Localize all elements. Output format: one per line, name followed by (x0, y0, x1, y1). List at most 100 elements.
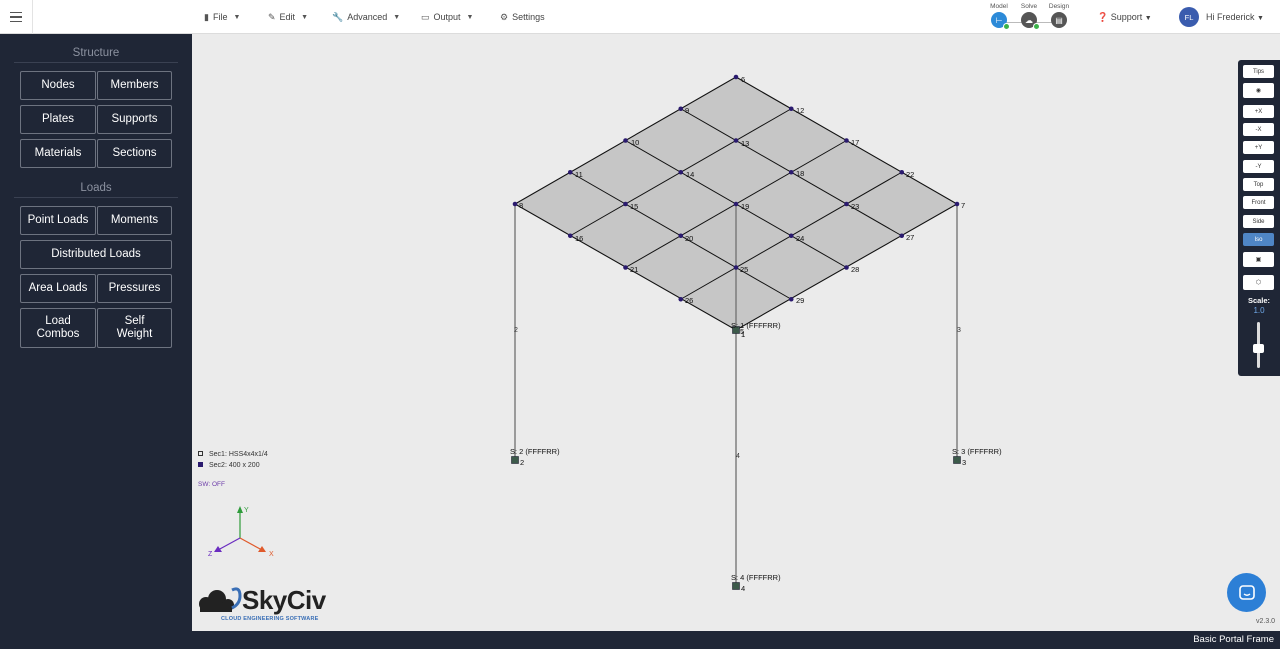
y-axis-label: Y (244, 507, 249, 514)
self-weight-status: SW: OFF (198, 481, 225, 488)
scale-label: Scale: (1247, 296, 1271, 305)
legend-sec2-label: Sec2: 400 x 200 (209, 462, 260, 469)
section-legend: Sec1: HSS4x4x1/4 Sec2: 400 x 200 (198, 449, 268, 471)
support-label: S: 1 (FFFFRR) (731, 321, 781, 330)
step-design-label: Design (1048, 3, 1070, 10)
chevron-down-icon: ▼ (1144, 15, 1152, 22)
support-menu[interactable]: ❓ Support ▼ (1097, 12, 1152, 23)
chevron-down-icon: ▼ (1257, 15, 1264, 22)
axis-triad: Y X Z (208, 506, 274, 558)
view-front-button[interactable]: Front (1243, 196, 1274, 209)
model-view[interactable]: 2 34 69 1210 13 1711 14 18 228 15 19 23 716 20 24 2721… (192, 34, 1280, 631)
node-point (844, 265, 849, 270)
point-loads-button[interactable]: Point Loads (20, 206, 96, 235)
legend-sec1-label: Sec1: HSS4x4x1/4 (209, 451, 268, 458)
view-iso-button[interactable]: Iso (1243, 233, 1274, 246)
support-node-label: 3 (962, 458, 966, 467)
step-model[interactable]: Model ⊢ (985, 3, 1013, 30)
advanced-menu[interactable]: 🔧 Advanced ▼ (332, 0, 400, 34)
support-label: Support (1110, 12, 1143, 22)
sections-button[interactable]: Sections (97, 139, 172, 168)
node-label: 12 (796, 106, 804, 115)
view-top-button[interactable]: Top (1243, 178, 1274, 191)
load-combos-button[interactable]: Load Combos (20, 308, 96, 348)
chat-button[interactable] (1227, 573, 1266, 612)
supports-button[interactable]: Supports (97, 105, 172, 134)
plates-button[interactable]: Plates (20, 105, 96, 134)
materials-button[interactable]: Materials (20, 139, 96, 168)
hamburger-menu-icon[interactable] (0, 0, 33, 34)
support-marker (732, 582, 740, 590)
sidebar: Structure Nodes Members Plates Supports … (0, 34, 192, 631)
node-point (954, 201, 960, 207)
distributed-loads-button[interactable]: Distributed Loads (20, 240, 172, 269)
moments-button[interactable]: Moments (97, 206, 172, 235)
version-label: v2.3.0 (1256, 618, 1276, 625)
view-side-button[interactable]: Side (1243, 215, 1274, 228)
settings-menu[interactable]: ⚙ Settings (500, 0, 545, 34)
edit-menu[interactable]: ✎ Edit ▼ (268, 0, 308, 34)
step-solve[interactable]: Solve ☁ (1015, 3, 1043, 30)
check-icon (1033, 23, 1040, 30)
node-label: 21 (630, 265, 638, 274)
check-icon (1003, 23, 1010, 30)
gear-icon: ⚙ (500, 11, 509, 22)
node-label: 27 (906, 233, 914, 242)
member-label: 4 (736, 453, 740, 460)
chat-icon (1238, 584, 1255, 600)
support-node-label: 1 (741, 330, 745, 339)
area-loads-button[interactable]: Area Loads (20, 274, 96, 303)
user-menu[interactable]: Hi Frederick ▼ (1206, 12, 1264, 22)
node-point (733, 201, 739, 207)
legend-sec2: Sec2: 400 x 200 (198, 460, 268, 471)
self-weight-button[interactable]: Self Weight (97, 308, 172, 348)
chevron-down-icon: ▼ (301, 13, 308, 21)
eye-icon[interactable]: ◉ (1243, 83, 1274, 98)
avatar[interactable]: FL (1179, 7, 1199, 27)
advanced-menu-label: Advanced (347, 12, 388, 22)
step-solve-label: Solve (1020, 3, 1038, 10)
x-axis-label: X (269, 551, 274, 558)
members-button[interactable]: Members (97, 71, 172, 100)
view-plus-y-button[interactable]: +Y (1243, 141, 1274, 154)
node-point (733, 138, 739, 143)
node-point (623, 138, 628, 143)
nodes-button[interactable]: Nodes (20, 71, 96, 100)
z-axis-label: Z (208, 551, 213, 558)
node-point (899, 169, 905, 175)
chevron-down-icon: ▼ (233, 13, 241, 21)
node-point (788, 169, 794, 175)
node-point (788, 233, 794, 239)
node-label: 9 (685, 106, 689, 115)
step-design[interactable]: Design ▤ (1045, 3, 1073, 28)
output-menu[interactable]: ▭ Output ▼ (421, 0, 473, 34)
pressures-button[interactable]: Pressures (97, 274, 172, 303)
node-point (788, 296, 794, 302)
node-point (678, 106, 684, 112)
support-marker (953, 456, 961, 464)
node-point (733, 265, 739, 270)
node-label: 18 (796, 169, 804, 178)
wrench-icon: 🔧 (332, 11, 344, 22)
view-minus-x-button[interactable]: -X (1243, 123, 1274, 136)
view-minus-y-button[interactable]: -Y (1243, 160, 1274, 173)
scale-slider-handle[interactable] (1253, 344, 1264, 353)
camera-icon[interactable]: ▣ (1243, 252, 1274, 267)
node-label: 8 (519, 201, 523, 210)
node-label: 6 (741, 75, 745, 84)
file-menu-label: File (212, 12, 228, 22)
node-label: 23 (851, 202, 859, 211)
node-point (844, 201, 849, 207)
cube-icon[interactable]: ⬡ (1243, 275, 1274, 290)
node-label: 22 (906, 170, 914, 179)
tips-button[interactable]: Tips (1243, 65, 1274, 78)
node-label: 17 (851, 138, 859, 147)
node-point (678, 296, 684, 302)
view-plus-x-button[interactable]: +X (1243, 105, 1274, 118)
node-label: 25 (740, 265, 748, 274)
node-label: 11 (575, 170, 583, 179)
file-menu[interactable]: ▮ File ▼ (204, 0, 240, 34)
node-point (512, 201, 518, 207)
model-canvas[interactable]: 234 6 9 12 10 13 17 11 14 18 22 8 15 19 23 7 16 20 24 27 21… (192, 34, 1280, 631)
legend-sec1: Sec1: HSS4x4x1/4 (198, 449, 268, 460)
